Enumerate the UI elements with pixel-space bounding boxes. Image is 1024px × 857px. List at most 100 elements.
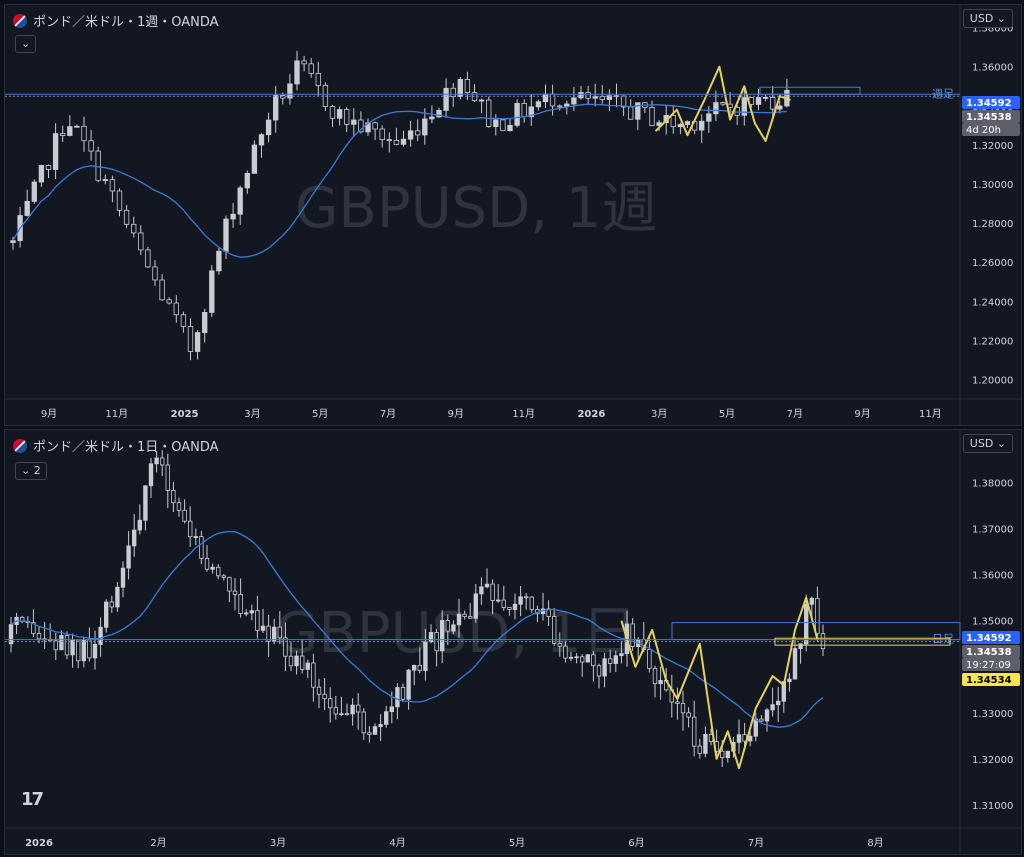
candle-body: [266, 625, 271, 642]
candle-body: [400, 138, 407, 145]
candle-body: [798, 643, 803, 650]
candle-body: [221, 575, 226, 578]
candle-body: [658, 679, 663, 685]
candle-body: [393, 140, 400, 145]
y-tick-label: 1.30000: [972, 180, 1013, 191]
candle-body: [736, 734, 742, 743]
candle-body: [677, 124, 684, 128]
candle-body: [720, 750, 725, 759]
candle-body: [417, 665, 422, 671]
zigzag-line: [620, 596, 819, 770]
candle-body: [619, 653, 624, 657]
candle-body: [697, 745, 702, 754]
candle-body: [329, 106, 336, 119]
candle-body: [720, 102, 726, 105]
candle-body: [585, 92, 591, 99]
weekly-chart-canvas[interactable]: 1.380001.360001.340001.320001.300001.280…: [5, 5, 1021, 425]
candle-body: [123, 209, 130, 225]
candle-body: [507, 607, 512, 610]
candle-body: [608, 658, 613, 664]
candle-body: [160, 457, 165, 466]
candle-body: [223, 218, 229, 252]
candle-body: [301, 60, 307, 65]
candle-body: [173, 302, 179, 316]
candle-body: [60, 133, 66, 136]
candle-body: [412, 665, 417, 671]
x-tick-label: 11月: [919, 408, 942, 420]
candle-body: [753, 718, 758, 737]
y-tick-label: 1.38000: [972, 479, 1013, 490]
candle-body: [88, 140, 94, 152]
candle-body: [407, 130, 414, 140]
candle-body: [422, 118, 428, 136]
candle-body: [188, 520, 193, 538]
candle-body: [53, 640, 58, 651]
daily-currency-select[interactable]: USD ⌄: [962, 434, 1013, 453]
candle-body: [102, 179, 108, 181]
candle-body: [294, 60, 300, 85]
candle-body: [31, 181, 37, 202]
x-tick-label: 5月: [719, 408, 735, 420]
candle-body: [204, 557, 210, 570]
candle-body: [507, 125, 513, 132]
candle-body: [602, 658, 607, 677]
y-tick-label: 1.24000: [972, 297, 1013, 308]
indicator-count: 2: [33, 464, 41, 477]
candle-body: [378, 724, 383, 728]
candle-body: [599, 96, 605, 100]
weekly-currency-select[interactable]: USD ⌄: [962, 9, 1013, 28]
candle-body: [464, 79, 471, 93]
candle-body: [227, 576, 232, 592]
candle-body: [514, 103, 520, 126]
candle-body: [815, 597, 820, 635]
candle-body: [580, 656, 585, 663]
price-tag-current: 1.34538: [966, 647, 1012, 658]
candle-body: [232, 590, 238, 595]
candle-body: [725, 750, 730, 759]
weekly-collapse-button[interactable]: ⌄: [15, 35, 37, 53]
daily-collapse-button[interactable]: ⌄ 2: [15, 462, 47, 480]
candle-body: [64, 635, 70, 656]
candle-body: [529, 596, 534, 610]
weekly-symbol-title: ポンド／米ドル・1週・OANDA: [33, 15, 219, 30]
candle-body: [92, 644, 98, 659]
daily-chart-panel[interactable]: 1.380001.370001.360001.350001.340001.330…: [4, 429, 1022, 855]
chevron-down-icon: ⌄: [21, 464, 31, 477]
candle-body: [571, 97, 577, 105]
candle-body: [36, 633, 42, 640]
y-tick-label: 1.37000: [972, 525, 1013, 536]
candle-body: [308, 63, 314, 74]
price-tag-current: 1.34538: [966, 112, 1012, 123]
candle-body: [52, 133, 59, 170]
weekly-chart-panel[interactable]: 1.380001.360001.340001.320001.300001.280…: [4, 4, 1022, 426]
watermark: GBPUSD, 1週: [295, 176, 657, 241]
candle-body: [415, 130, 421, 136]
candle-body: [450, 87, 456, 97]
candle-body: [244, 173, 250, 189]
countdown-label: 19:27:09: [966, 660, 1011, 671]
candle-body: [479, 586, 484, 595]
y-tick-label: 1.20000: [972, 375, 1013, 386]
daily-chart-canvas[interactable]: 1.380001.370001.360001.350001.340001.330…: [5, 430, 1021, 854]
candle-body: [315, 72, 321, 86]
level-label: 週足: [932, 87, 954, 100]
candle-body: [628, 106, 634, 120]
candle-body: [703, 734, 708, 754]
candle-body: [557, 105, 563, 108]
x-tick-label: 9月: [448, 408, 464, 420]
candle-body: [484, 583, 490, 588]
candle-body: [109, 179, 116, 192]
candle-body: [486, 99, 492, 128]
candle-body: [322, 693, 327, 700]
x-tick-label: 2026: [577, 409, 605, 420]
candle-body: [328, 698, 333, 709]
candle-body: [501, 599, 506, 608]
x-tick-label: 7月: [380, 408, 396, 420]
candle-body: [339, 713, 344, 716]
candle-body: [490, 583, 495, 601]
candle-body: [277, 626, 282, 639]
candle-body: [333, 707, 338, 715]
candle-body: [395, 687, 400, 708]
y-tick-label: 1.32000: [972, 755, 1013, 766]
candle-body: [74, 125, 80, 128]
